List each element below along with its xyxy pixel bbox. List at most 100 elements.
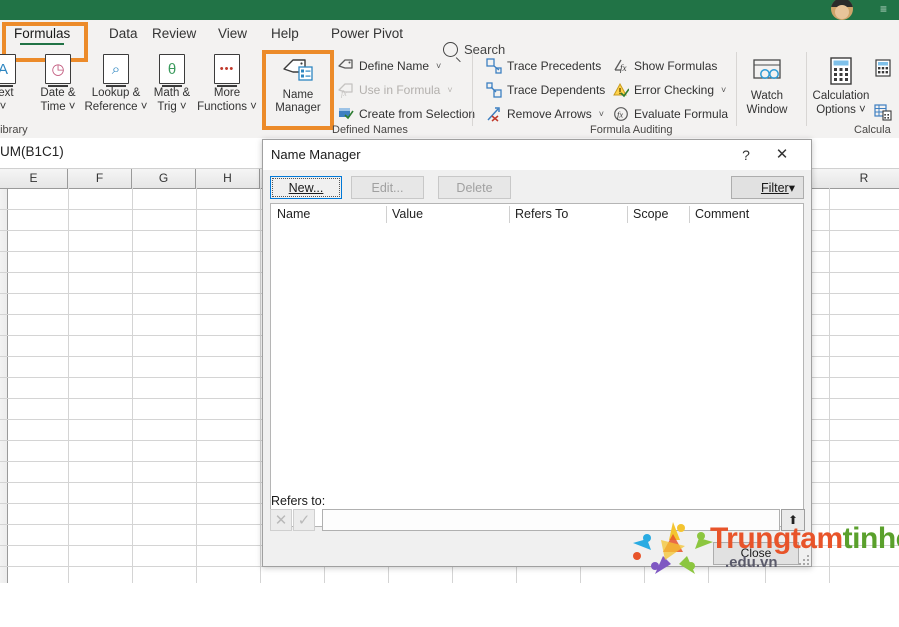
group-label-calculation: Calcula — [854, 124, 891, 136]
svg-text:fx: fx — [341, 89, 347, 98]
trace-precedents-label: Trace Precedents — [507, 59, 602, 73]
trace-precedents-icon — [486, 58, 502, 74]
tab-review-label: Review — [152, 26, 197, 41]
cancel-icon: ✕ — [270, 509, 292, 531]
dialog-title: Name Manager — [271, 147, 361, 162]
list-column-value[interactable]: Value — [386, 204, 509, 225]
tab-formulas-label: Formulas — [14, 26, 71, 41]
column-divider[interactable] — [386, 206, 387, 223]
ribbon-body: A Text ˅ ◷ Date & Time ˅ ⌕ Lookup & Refe… — [0, 47, 899, 138]
ribbon-button-calculation-options[interactable]: Calculation Options ˅ — [808, 55, 874, 117]
list-column-name[interactable]: Name — [271, 204, 386, 225]
group-separator-4 — [806, 52, 807, 126]
calculate-sheet-icon — [874, 104, 892, 121]
filter-button[interactable]: Filter▾ — [731, 176, 804, 199]
ellipsis-icon: ••• — [190, 52, 264, 87]
command-calculate-sheet[interactable] — [874, 102, 892, 122]
name-manager-label-2: Manager — [275, 102, 321, 114]
names-list-body[interactable] — [270, 224, 804, 527]
collapse-dialog-icon[interactable]: ⬆ — [781, 509, 805, 531]
command-show-formulas[interactable]: fx Show Formulas — [613, 56, 717, 76]
tab-power-pivot-label: Power Pivot — [331, 26, 404, 41]
tab-formulas[interactable]: Formulas — [14, 20, 70, 47]
filter-button-label: Filter — [760, 181, 789, 195]
filter-caret-icon: ▾ — [788, 181, 795, 195]
edit-button-label: Edit... — [371, 181, 404, 195]
tab-help-label: Help — [271, 26, 299, 41]
close-icon[interactable]: ✕ — [769, 143, 795, 167]
calculator-icon — [808, 55, 874, 89]
tab-review[interactable]: Review — [152, 20, 196, 47]
new-button-label: New... — [288, 181, 324, 195]
more-label-1: More — [213, 87, 241, 99]
refers-to-label: Refers to: — [271, 494, 326, 508]
svg-text:fx: fx — [617, 110, 623, 120]
column-header-F[interactable]: F — [68, 169, 132, 188]
column-header-E[interactable]: E — [0, 169, 68, 188]
evaluate-formula-icon: fx — [614, 107, 628, 121]
ribbon-button-more-functions[interactable]: ••• More Functions ˅ — [190, 52, 264, 114]
command-remove-arrows[interactable]: Remove Arrows ˅ — [486, 104, 604, 124]
ribbon-button-name-manager[interactable]: Name Manager — [268, 53, 328, 115]
command-use-in-formula: fx Use in Formula ˅ — [338, 80, 453, 100]
edit-button: Edit... — [351, 176, 424, 199]
column-divider[interactable] — [627, 206, 628, 223]
list-column-comment[interactable]: Comment — [689, 204, 804, 225]
show-formulas-label: Show Formulas — [634, 59, 718, 73]
tab-data[interactable]: Data — [109, 20, 138, 47]
column-divider[interactable] — [509, 206, 510, 223]
column-divider[interactable] — [689, 206, 690, 223]
column-header-H[interactable]: H — [196, 169, 260, 188]
chevron-down-icon[interactable]: ˅ — [721, 85, 726, 95]
chevron-down-icon[interactable]: ˅ — [436, 61, 441, 71]
command-create-from-selection[interactable]: Create from Selection — [338, 104, 475, 124]
calculation-options-label-2: Options ˅ — [816, 104, 866, 116]
dialog-title-bar[interactable]: Name Manager ? ✕ — [263, 140, 811, 170]
watch-window-icon — [737, 55, 797, 89]
command-calculate-now[interactable] — [874, 58, 892, 78]
close-button[interactable]: Close — [713, 542, 799, 565]
command-trace-dependents[interactable]: Trace Dependents — [486, 80, 605, 100]
trace-dependents-label: Trace Dependents — [507, 83, 606, 97]
tab-view[interactable]: View — [218, 20, 247, 47]
chevron-down-icon[interactable]: ˅ — [599, 109, 604, 119]
list-column-refers-to[interactable]: Refers To — [509, 204, 627, 225]
close-button-label: Close — [740, 546, 772, 560]
new-button[interactable]: New... — [270, 176, 342, 199]
tab-power-pivot[interactable]: Power Pivot — [331, 20, 403, 47]
error-checking-label: Error Checking — [634, 83, 715, 97]
window-title-bar: ≡ — [0, 0, 899, 20]
tab-help[interactable]: Help — [271, 20, 299, 47]
calculate-now-icon — [875, 59, 891, 77]
list-column-scope[interactable]: Scope — [627, 204, 689, 225]
command-error-checking[interactable]: Error Checking ˅ — [613, 80, 726, 100]
use-in-formula-label: Use in Formula — [359, 83, 441, 97]
names-list-header: Name Value Refers To Scope Comment — [270, 203, 804, 225]
help-icon[interactable]: ? — [734, 143, 758, 167]
column-header-R[interactable]: R — [829, 169, 899, 188]
watch-window-label-2: Window — [746, 104, 788, 116]
tab-data-label: Data — [109, 26, 138, 41]
chevron-down-icon-disabled: ˅ — [447, 85, 453, 95]
name-manager-label-1: Name — [282, 89, 314, 101]
command-evaluate-formula[interactable]: fx Evaluate Formula — [613, 104, 728, 124]
resize-grip[interactable] — [796, 552, 809, 565]
group-separator-2 — [472, 52, 473, 126]
group-label-formula-auditing: Formula Auditing — [590, 124, 673, 136]
define-name-label: Define Name — [359, 59, 430, 73]
column-header-G[interactable]: G — [132, 169, 196, 188]
remove-arrows-label: Remove Arrows — [507, 107, 592, 121]
avatar[interactable] — [831, 0, 853, 20]
name-tag-icon — [268, 53, 328, 89]
table-select-icon — [339, 108, 354, 120]
ribbon-display-options-icon[interactable]: ≡ — [880, 2, 887, 16]
svg-text:fx: fx — [620, 63, 627, 73]
name-manager-dialog: Name Manager ? ✕ New... Edit... Delete F… — [262, 139, 812, 567]
command-define-name[interactable]: Define Name ˅ — [338, 56, 441, 76]
confirm-icon: ✓ — [293, 509, 315, 531]
create-from-selection-label: Create from Selection — [359, 107, 476, 121]
refers-to-input[interactable] — [322, 509, 780, 531]
command-trace-precedents[interactable]: Trace Precedents — [486, 56, 601, 76]
calculation-options-label-1: Calculation — [812, 90, 870, 102]
ribbon-button-watch-window[interactable]: Watch Window — [737, 55, 797, 117]
